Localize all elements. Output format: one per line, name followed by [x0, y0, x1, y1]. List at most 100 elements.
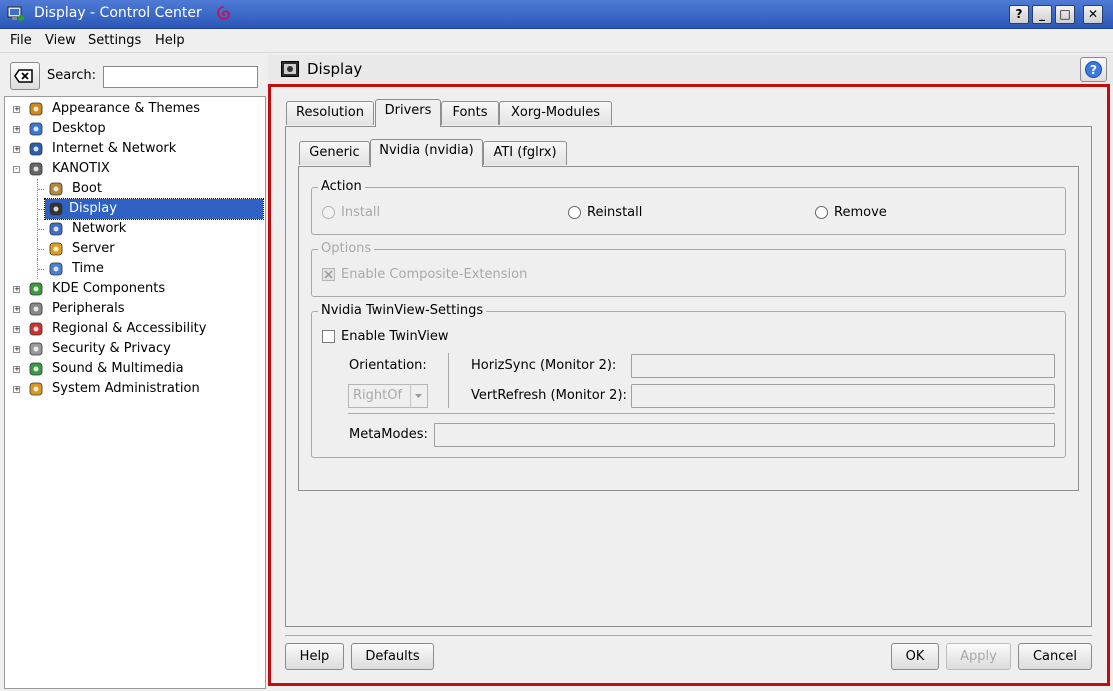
- kanotix-icon: [29, 162, 43, 176]
- orientation-select[interactable]: RightOf: [348, 384, 428, 408]
- vertrefresh-field[interactable]: [631, 384, 1055, 408]
- close-button[interactable]: ✕: [1083, 5, 1103, 24]
- search-label: Search:: [47, 68, 97, 83]
- tab-fonts[interactable]: Fonts: [441, 101, 499, 125]
- menu-bar: File View Settings Help: [0, 29, 1113, 53]
- action-legend: Action: [318, 179, 365, 194]
- remove-label: Remove: [834, 205, 887, 220]
- expand-icon[interactable]: +: [13, 126, 20, 133]
- clear-search-button[interactable]: [10, 62, 40, 90]
- collapse-icon[interactable]: -: [13, 166, 20, 173]
- sidebar-item-display[interactable]: Display: [5, 198, 265, 220]
- sidebar-item-time[interactable]: Time: [5, 259, 265, 279]
- horizsync-field[interactable]: [631, 354, 1055, 378]
- metamodes-field[interactable]: [434, 423, 1055, 447]
- display-icon: [49, 202, 63, 216]
- twinview-legend: Nvidia TwinView-Settings: [318, 303, 487, 318]
- menu-help[interactable]: Help: [155, 33, 185, 48]
- tab-resolution[interactable]: Resolution: [286, 101, 374, 125]
- sidebar-item-label: Time: [72, 261, 104, 276]
- install-radio[interactable]: [322, 206, 335, 219]
- expand-icon[interactable]: +: [13, 286, 20, 293]
- sidebar-item-kde-components[interactable]: + KDE Components: [5, 279, 265, 299]
- sidebar-item-desktop[interactable]: + Desktop: [5, 119, 265, 139]
- sidebar-item-label: Server: [72, 241, 115, 256]
- vertrefresh-label: VertRefresh (Monitor 2):: [471, 388, 627, 403]
- subtab-generic[interactable]: Generic: [299, 141, 370, 165]
- remove-radio[interactable]: [815, 206, 828, 219]
- orientation-label: Orientation:: [349, 358, 427, 373]
- ok-button[interactable]: OK: [891, 643, 939, 670]
- sidebar-item-network[interactable]: Network: [5, 219, 265, 239]
- internet-icon: [29, 142, 43, 156]
- tree-line: [38, 249, 44, 250]
- help-icon: ?: [1085, 61, 1102, 78]
- sidebar-item-system-administration[interactable]: + System Administration: [5, 379, 265, 399]
- sidebar-item-appearance-themes[interactable]: + Appearance & Themes: [5, 99, 265, 119]
- subtab-nvidia[interactable]: Nvidia (nvidia): [370, 139, 483, 167]
- tree-line: [38, 189, 44, 190]
- reinstall-radio[interactable]: [568, 206, 581, 219]
- expand-icon[interactable]: +: [13, 326, 20, 333]
- orientation-value: RightOf: [353, 388, 403, 403]
- desktop-icon: [29, 122, 43, 136]
- module-tree[interactable]: + Appearance & Themes + Desktop + Internet & …: [4, 96, 266, 689]
- appearance-icon: [29, 102, 43, 116]
- tab-drivers[interactable]: Drivers: [375, 99, 441, 127]
- expand-icon[interactable]: +: [13, 146, 20, 153]
- sidebar-item-label: Desktop: [52, 121, 106, 136]
- sidebar-item-peripherals[interactable]: + Peripherals: [5, 299, 265, 319]
- menu-view[interactable]: View: [45, 33, 76, 48]
- composite-checkbox[interactable]: [322, 268, 335, 281]
- tree-line: [38, 209, 44, 210]
- sidebar-item-label: KDE Components: [52, 281, 166, 296]
- subtab-ati[interactable]: ATI (fglrx): [483, 141, 567, 165]
- sidebar-item-security-privacy[interactable]: + Security & Privacy: [5, 339, 265, 359]
- page-title: Display: [307, 60, 363, 78]
- sidebar-item-kanotix[interactable]: - KANOTIX: [5, 159, 265, 179]
- kde-components-icon: [29, 282, 43, 296]
- expand-icon[interactable]: +: [13, 366, 20, 373]
- expand-icon[interactable]: +: [13, 306, 20, 313]
- help-button[interactable]: Help: [285, 643, 344, 670]
- expand-icon[interactable]: +: [13, 386, 20, 393]
- peripherals-icon: [29, 302, 43, 316]
- network-icon: [49, 222, 63, 236]
- svg-text:?: ?: [1090, 63, 1097, 77]
- sidebar-item-internet-network[interactable]: + Internet & Network: [5, 139, 265, 159]
- search-input[interactable]: [103, 66, 258, 88]
- enable-twinview-label: Enable TwinView: [341, 329, 449, 344]
- horizsync-label: HorizSync (Monitor 2):: [471, 358, 617, 373]
- button-separator: [285, 635, 1092, 636]
- sidebar-item-regional-accessibility[interactable]: + Regional & Accessibility: [5, 319, 265, 339]
- tab-xorg-modules[interactable]: Xorg-Modules: [499, 101, 612, 125]
- sidebar-item-server[interactable]: Server: [5, 239, 265, 259]
- sidebar-item-label: Peripherals: [52, 301, 125, 316]
- check-mark-icon: [324, 270, 333, 279]
- expand-icon[interactable]: +: [13, 346, 20, 353]
- menu-settings[interactable]: Settings: [88, 33, 141, 48]
- defaults-button[interactable]: Defaults: [351, 643, 434, 670]
- boot-icon: [49, 182, 63, 196]
- sidebar-item-sound-multimedia[interactable]: + Sound & Multimedia: [5, 359, 265, 379]
- sidebar-item-label: Security & Privacy: [52, 341, 171, 356]
- expand-icon[interactable]: +: [13, 106, 20, 113]
- whats-this-button[interactable]: ?: [1080, 57, 1107, 82]
- title-bar[interactable]: Display - Control Center ? _ □ ✕: [0, 0, 1113, 29]
- minimize-button[interactable]: _: [1032, 5, 1052, 24]
- combo-divider: [410, 385, 411, 407]
- maximize-button[interactable]: □: [1055, 5, 1075, 24]
- sysadmin-icon: [29, 382, 43, 396]
- apply-button[interactable]: Apply: [946, 643, 1011, 670]
- sidebar-item-boot[interactable]: Boot: [5, 179, 265, 199]
- tab-label: Fonts: [452, 105, 488, 120]
- sidebar-item-label: Sound & Multimedia: [52, 361, 184, 376]
- menu-file[interactable]: File: [10, 33, 32, 48]
- context-help-button[interactable]: ?: [1009, 5, 1029, 24]
- composite-label: Enable Composite-Extension: [341, 267, 528, 282]
- module-header: [268, 55, 1113, 85]
- sidebar-item-label: Display: [44, 198, 264, 220]
- enable-twinview-checkbox[interactable]: [322, 330, 335, 343]
- options-legend: Options: [318, 241, 375, 256]
- cancel-button[interactable]: Cancel: [1018, 643, 1092, 670]
